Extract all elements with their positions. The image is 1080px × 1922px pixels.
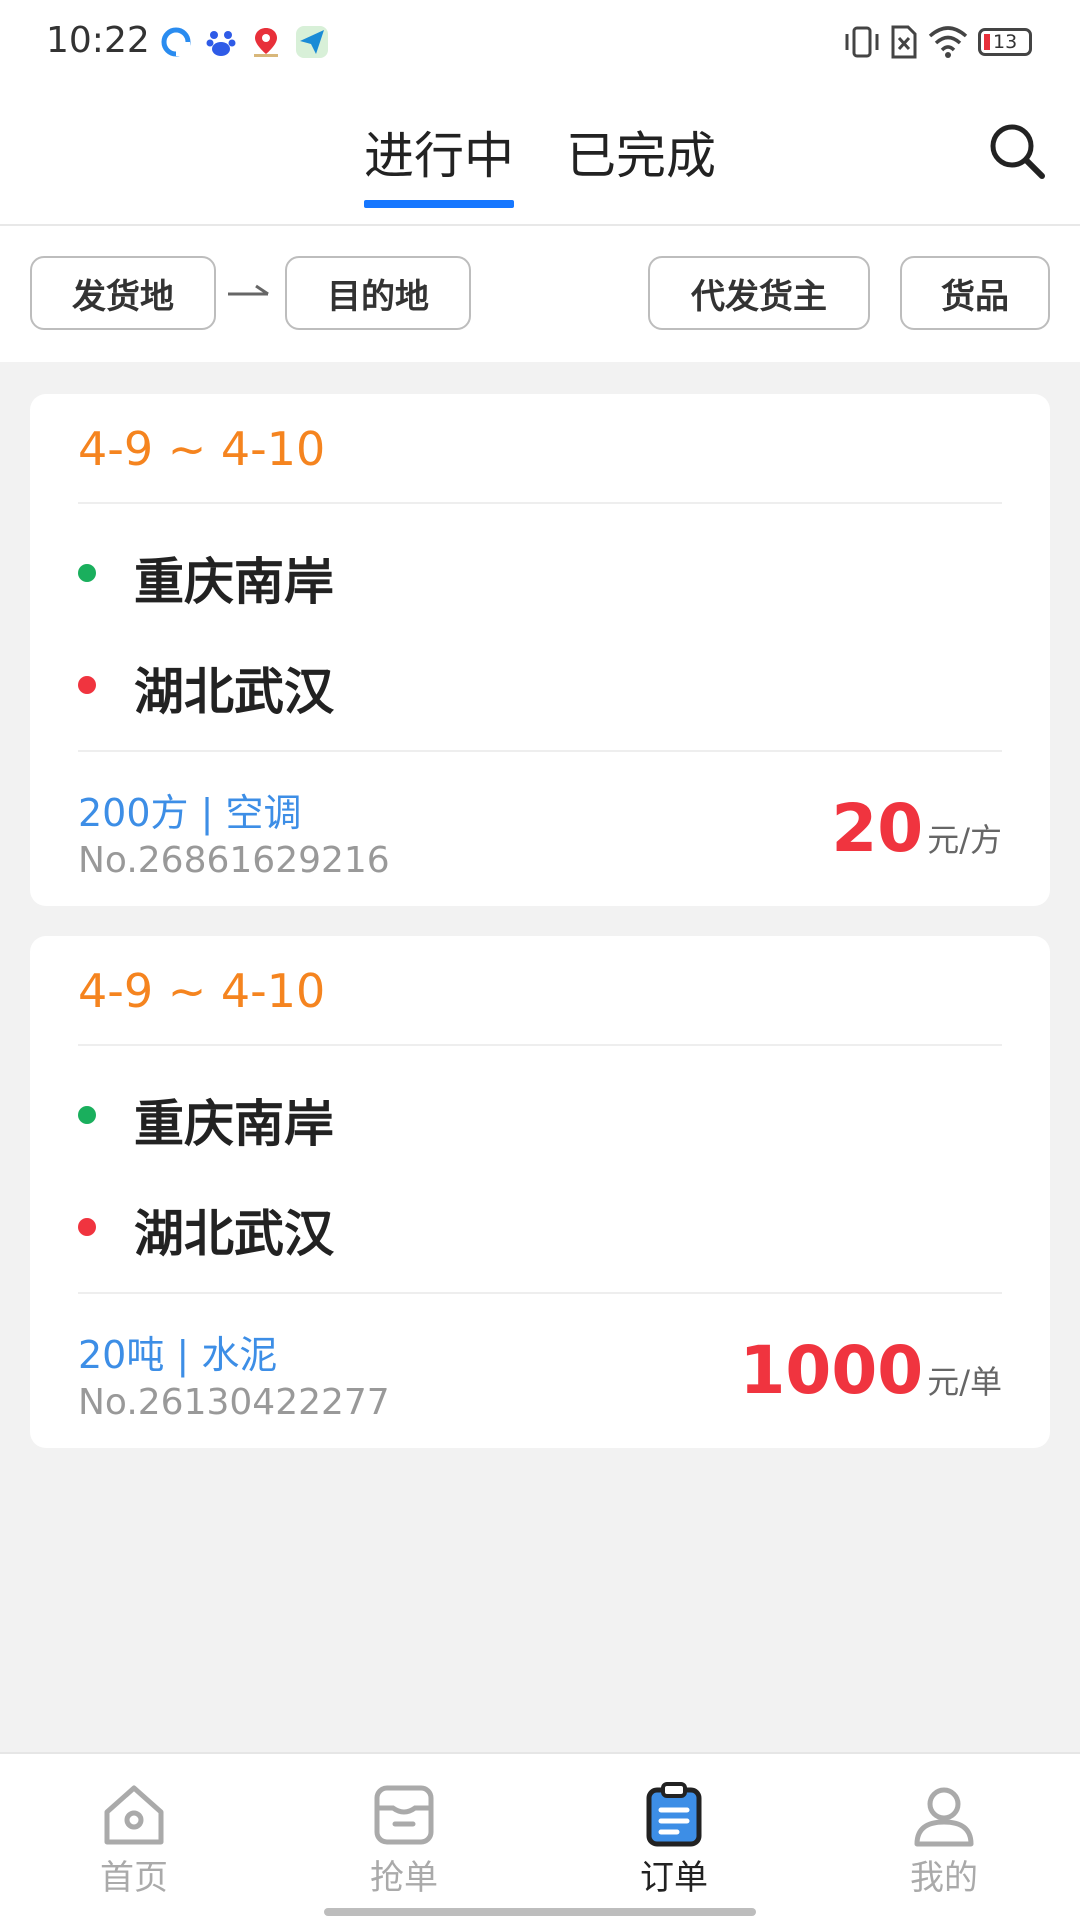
destination-dot-icon: [78, 1218, 96, 1236]
map-pin-icon: [254, 28, 278, 57]
order-tabs: 进行中 已完成: [0, 110, 1080, 220]
order-date-range: 4-9 ~ 4-10: [78, 964, 326, 1018]
top-bar: 10:22 13 进行中 已完成: [0, 0, 1080, 226]
profile-icon: [914, 1787, 974, 1847]
shipper-filter-button[interactable]: 代发货主: [648, 256, 870, 330]
price-amount: 20: [831, 790, 924, 867]
nav-label-grab-order: 抢单: [370, 1858, 438, 1898]
grab-order-icon: [374, 1785, 434, 1845]
destination-city: 湖北武汉: [134, 663, 334, 721]
search-icon[interactable]: [986, 120, 1048, 182]
goods-filter-button[interactable]: 货品: [900, 256, 1050, 330]
order-price: 20 元/方: [831, 790, 1002, 867]
origin-dot-icon: [78, 1106, 96, 1124]
bottom-nav: 首页 抢单 订单 我的: [0, 1752, 1080, 1922]
nav-label-home: 首页: [100, 1858, 168, 1898]
wifi-icon: [928, 26, 968, 58]
price-unit: 元/单: [927, 1363, 1002, 1401]
home-indicator[interactable]: [324, 1908, 756, 1916]
destination-city: 湖北武汉: [134, 1205, 334, 1263]
divider: [78, 502, 1002, 504]
price-amount: 1000: [739, 1332, 924, 1409]
origin-city: 重庆南岸: [134, 1095, 334, 1153]
nav-item-home[interactable]: 首页: [34, 1782, 234, 1898]
price-unit: 元/方: [927, 821, 1002, 859]
order-card[interactable]: 4-9 ~ 4-10 重庆南岸 湖北武汉 200方 | 空调 No.268616…: [30, 394, 1050, 906]
origin-city: 重庆南岸: [134, 553, 334, 611]
cargo-info: 20吨 | 水泥: [78, 1333, 278, 1377]
order-number: No.26861629216: [78, 840, 390, 881]
nav-item-grab-order[interactable]: 抢单: [304, 1782, 504, 1898]
baidu-icon: [206, 31, 236, 56]
origin-filter-button[interactable]: 发货地: [30, 256, 216, 330]
browser-icon: [161, 27, 191, 57]
divider: [78, 1292, 1002, 1294]
order-card[interactable]: 4-9 ~ 4-10 重庆南岸 湖北武汉 20吨 | 水泥 No.2613042…: [30, 936, 1050, 1448]
divider: [78, 750, 1002, 752]
home-icon: [104, 1785, 164, 1845]
destination-filter-button[interactable]: 目的地: [285, 256, 471, 330]
nav-label-profile: 我的: [910, 1858, 978, 1898]
destination-dot-icon: [78, 676, 96, 694]
filter-bar: 发货地 目的地 代发货主 货品: [0, 226, 1080, 362]
arrow-right-icon: [228, 284, 269, 296]
order-number: No.26130422277: [78, 1382, 390, 1423]
no-sim-icon: [891, 25, 917, 59]
battery-icon: 13: [978, 28, 1032, 56]
order-price: 1000 元/单: [740, 1332, 1003, 1409]
cargo-info: 200方 | 空调: [78, 791, 302, 835]
order-list-icon: [646, 1782, 702, 1847]
nav-item-orders[interactable]: 订单: [574, 1782, 774, 1898]
tab-completed[interactable]: 已完成: [566, 116, 716, 188]
status-time: 10:22: [46, 20, 150, 61]
send-icon: [296, 26, 328, 58]
nav-label-orders: 订单: [640, 1858, 708, 1898]
battery-level: 13: [993, 31, 1018, 53]
status-bar: 10:22 13: [0, 0, 1080, 86]
vibrate-icon: [845, 26, 879, 58]
nav-item-profile[interactable]: 我的: [844, 1782, 1044, 1898]
order-date-range: 4-9 ~ 4-10: [78, 422, 326, 476]
tab-in-progress[interactable]: 进行中: [364, 116, 514, 208]
origin-dot-icon: [78, 564, 96, 582]
divider: [78, 1044, 1002, 1046]
